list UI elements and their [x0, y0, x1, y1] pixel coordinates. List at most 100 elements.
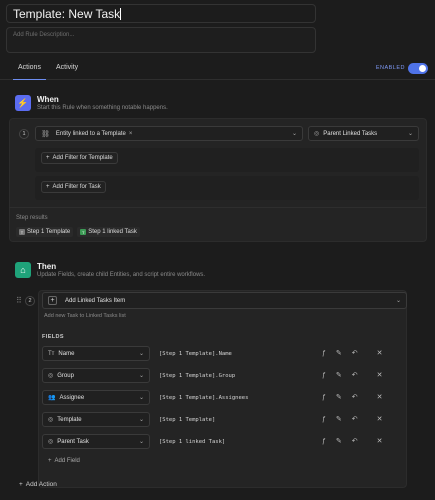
function-icon[interactable]: ƒ — [322, 394, 326, 401]
chevron-down-icon: ⌄ — [395, 298, 401, 304]
then-panel — [38, 290, 407, 488]
action-description: Add new Task to Linked Tasks list — [44, 313, 126, 319]
task-icon: T — [80, 229, 87, 235]
field-label: Name — [58, 350, 75, 357]
function-icon[interactable]: ƒ — [322, 350, 326, 357]
rule-description-placeholder: Add Rule Description... — [13, 32, 75, 38]
rule-title-text: Template: New Task — [13, 7, 121, 21]
circle-arrow-icon: ◎ — [314, 131, 320, 137]
chevron-down-icon: ⌄ — [138, 351, 144, 357]
enabled-label: ENABLED — [375, 65, 405, 71]
rule-title-input[interactable]: Template: New Task — [6, 4, 316, 23]
when-subtitle: Start this Rule when something notable h… — [37, 105, 168, 111]
undo-icon[interactable]: ↶ — [352, 416, 358, 423]
function-icon[interactable]: ƒ — [322, 416, 326, 423]
text-icon: Tт — [48, 350, 55, 357]
then-title: Then — [37, 262, 57, 271]
step-result-label: Step 1 Template — [27, 229, 71, 235]
trigger-select[interactable]: ⛓ Entity linked to a Template × ⌄ — [35, 126, 303, 141]
field-value[interactable]: [Step 1 Template].Assignees — [159, 395, 248, 401]
chevron-down-icon: ⌄ — [138, 395, 144, 401]
circle-arrow-icon: ◎ — [48, 373, 54, 379]
remove-icon[interactable]: ✕ — [377, 372, 383, 379]
field-value[interactable]: [Step 1 Template].Group — [159, 373, 235, 379]
robot-icon: ⌂ — [15, 262, 31, 278]
remove-icon[interactable]: ✕ — [377, 438, 383, 445]
function-icon[interactable]: ƒ — [322, 372, 326, 379]
link-icon: ⛓ — [41, 130, 50, 138]
plus-box-icon: + — [48, 296, 57, 305]
add-field-label: Add Field — [54, 458, 80, 464]
close-icon[interactable]: × — [129, 131, 133, 137]
action-select[interactable]: + Add Linked Tasks Item ⌄ — [42, 292, 407, 309]
trigger-label: Entity linked to a Template — [55, 130, 126, 137]
field-row-actions: ƒ ✎ ↶ ✕ — [312, 393, 383, 401]
enabled-toggle[interactable] — [408, 63, 428, 74]
chevron-down-icon: ⌄ — [138, 417, 144, 423]
step-results-list: T Step 1 Template T Step 1 linked Task — [16, 227, 140, 237]
field-value[interactable]: [Step 1 Template] — [159, 417, 215, 423]
plus-icon: + — [48, 458, 52, 464]
remove-icon[interactable]: ✕ — [377, 394, 383, 401]
chevron-down-icon: ⌄ — [407, 131, 413, 137]
undo-icon[interactable]: ↶ — [352, 438, 358, 445]
add-filter-task-label: Add Filter for Task — [52, 184, 101, 190]
template-icon: T — [19, 229, 25, 235]
field-row-actions: ƒ ✎ ↶ ✕ — [312, 437, 383, 445]
field-row-actions: ƒ ✎ ↶ ✕ — [312, 415, 383, 423]
fields-label: FIELDS — [42, 334, 64, 340]
field-select-group[interactable]: ◎ Group ⌄ — [42, 368, 150, 383]
field-select-assignee[interactable]: 👥 Assignee ⌄ — [42, 390, 150, 405]
remove-icon[interactable]: ✕ — [377, 350, 383, 357]
step-result-label: Step 1 linked Task — [88, 229, 137, 235]
field-select-parent-task[interactable]: ◎ Parent Task ⌄ — [42, 434, 150, 449]
tab-bar: Actions Activity — [0, 58, 435, 80]
add-action-button[interactable]: + Add Action — [19, 481, 57, 488]
trigger-target-select[interactable]: ◎ Parent Linked Tasks ⌄ — [308, 126, 419, 141]
undo-icon[interactable]: ↶ — [352, 372, 358, 379]
pencil-icon[interactable]: ✎ — [336, 416, 342, 423]
field-label: Group — [57, 372, 74, 379]
undo-icon[interactable]: ↶ — [352, 394, 358, 401]
rule-description-input[interactable]: Add Rule Description... — [6, 27, 316, 53]
plus-icon: + — [46, 155, 50, 161]
field-select-name[interactable]: Tт Name ⌄ — [42, 346, 150, 361]
function-icon[interactable]: ƒ — [322, 438, 326, 445]
field-value[interactable]: [Step 1 Template].Name — [159, 351, 232, 357]
add-field-button[interactable]: + Add Field — [48, 458, 80, 464]
lightning-icon: ⚡ — [15, 95, 31, 111]
pencil-icon[interactable]: ✎ — [336, 372, 342, 379]
chevron-down-icon: ⌄ — [138, 439, 144, 445]
add-filter-task-button[interactable]: + Add Filter for Task — [41, 181, 106, 193]
plus-icon: + — [46, 184, 50, 190]
remove-icon[interactable]: ✕ — [377, 416, 383, 423]
step-results-label: Step results — [16, 215, 48, 221]
field-label: Template — [57, 416, 82, 423]
divider — [9, 207, 427, 208]
drag-handle-icon[interactable]: ⠿ — [16, 296, 22, 305]
chevron-down-icon: ⌄ — [138, 373, 144, 379]
field-label: Parent Task — [57, 438, 89, 445]
step-result-chip[interactable]: T Step 1 linked Task — [77, 227, 140, 237]
pencil-icon[interactable]: ✎ — [336, 394, 342, 401]
field-row-actions: ƒ ✎ ↶ ✕ — [312, 349, 383, 357]
add-filter-template-label: Add Filter for Template — [52, 155, 113, 161]
field-select-template[interactable]: ◎ Template ⌄ — [42, 412, 150, 427]
action-label: Add Linked Tasks Item — [65, 297, 126, 304]
then-subtitle: Update Fields, create child Entities, an… — [37, 272, 206, 278]
trigger-chip: Entity linked to a Template × — [56, 129, 132, 139]
tab-actions[interactable]: Actions — [13, 64, 46, 80]
field-value[interactable]: [Step 1 linked Task] — [159, 439, 225, 445]
pencil-icon[interactable]: ✎ — [336, 438, 342, 445]
step-result-chip[interactable]: T Step 1 Template — [16, 227, 74, 237]
add-action-label: Add Action — [25, 481, 57, 488]
circle-arrow-icon: ◎ — [48, 439, 54, 445]
plus-icon: + — [19, 481, 23, 488]
tab-activity[interactable]: Activity — [56, 64, 78, 71]
field-label: Assignee — [59, 394, 85, 401]
undo-icon[interactable]: ↶ — [352, 350, 358, 357]
add-filter-template-button[interactable]: + Add Filter for Template — [41, 152, 118, 164]
pencil-icon[interactable]: ✎ — [336, 350, 342, 357]
field-row-actions: ƒ ✎ ↶ ✕ — [312, 371, 383, 379]
users-icon: 👥 — [48, 395, 56, 401]
